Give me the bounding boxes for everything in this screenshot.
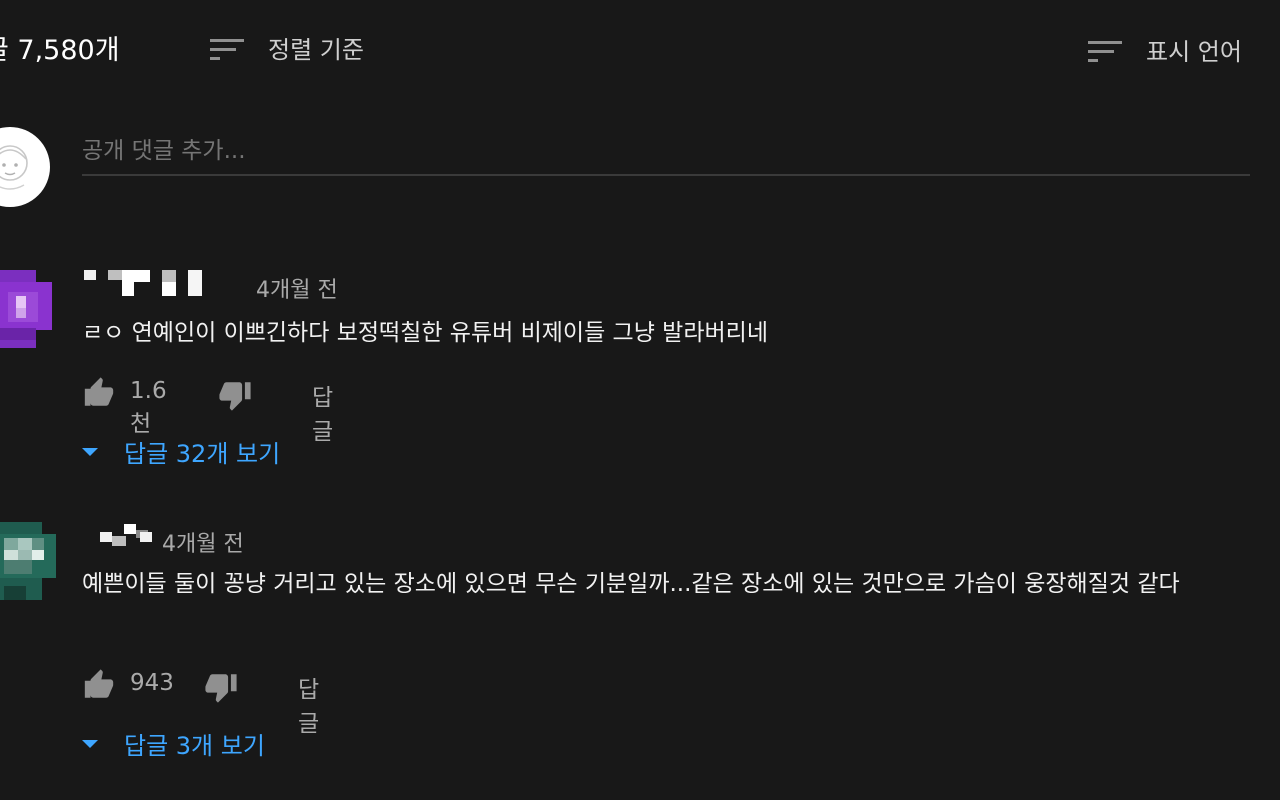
language-label: 표시 언어 [1146,38,1242,66]
commenter-avatar[interactable] [0,266,56,348]
thumbs-up-icon[interactable] [82,376,116,410]
comments-section: 글 7,580개 정렬 기준 표시 언어 [0,0,1280,800]
display-language-button[interactable]: 표시 언어 [1086,32,1242,67]
caret-down-icon [82,739,98,748]
avatar-drawing [0,145,28,190]
comment-author[interactable] [100,524,160,548]
reply-button[interactable]: 답글 [312,378,333,446]
like-count: 1.6천 [130,378,167,437]
view-replies-label: 답글 32개 보기 [124,440,281,468]
thumbs-down-icon[interactable] [218,378,252,412]
caret-down-icon [82,447,98,456]
current-user-avatar [0,127,50,207]
author-name-pixelated [84,270,202,296]
comment-author[interactable] [84,268,214,298]
comment-timestamp[interactable]: 4개월 전 [162,526,244,558]
language-icon [1088,40,1122,62]
view-replies-button[interactable]: 답글 32개 보기 [80,434,280,469]
avatar-pixelated [0,522,56,600]
reply-button[interactable]: 답글 [298,670,319,738]
comment-text: 예쁜이들 둘이 꽁냥 거리고 있는 장소에 있으면 무슨 기분일까...같은 장… [82,571,1180,597]
thumbs-up-icon[interactable] [82,668,116,702]
view-replies-label: 답글 3개 보기 [124,732,265,760]
add-comment-input[interactable] [82,128,1250,176]
like-count: 943 [130,670,174,696]
comment-count-title: 글 7,580개 [0,35,120,66]
author-name-pixelated [100,524,152,546]
sort-button[interactable]: 정렬 기준 [208,30,364,65]
commenter-avatar[interactable] [0,520,56,602]
comment-timestamp[interactable]: 4개월 전 [256,272,338,304]
avatar-pixelated [0,270,56,348]
thumbs-down-icon[interactable] [204,670,238,704]
view-replies-button[interactable]: 답글 3개 보기 [80,726,265,761]
comment-text: ㄹㅇ 연예인이 이쁘긴하다 보정떡칠한 유튜버 비제이들 그냥 발라버리네 [82,320,768,346]
sort-icon [210,38,244,60]
sort-label: 정렬 기준 [268,36,364,64]
